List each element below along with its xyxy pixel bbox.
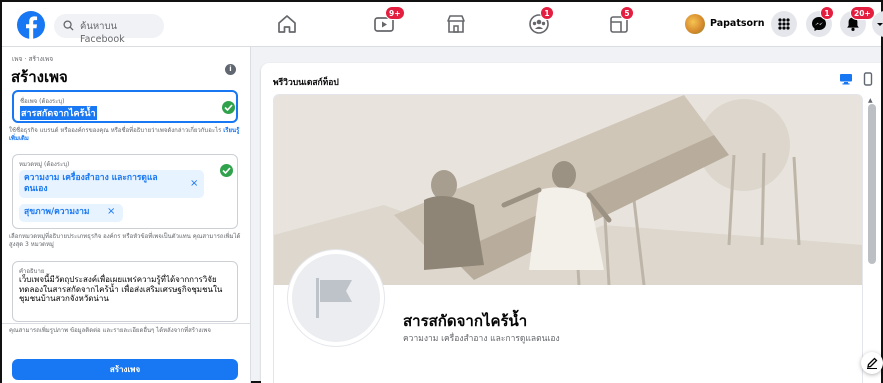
- preview-page-category: ความงาม เครื่องสำอาง และการดูแลตนเอง: [403, 334, 560, 344]
- page-name-label: ชื่อเพจ (ต้องระบุ): [20, 98, 65, 105]
- left-footer: คุณสามารถเพิ่มรูปภาพ ข้อมูลติดต่อ และราย…: [2, 323, 250, 383]
- breadcrumb: เพจ · สร้างเพจ: [12, 55, 54, 63]
- remove-category-icon[interactable]: ×: [107, 206, 115, 217]
- category-chip: ความงาม เครื่องสำอาง และการดูแลตนเอง ×: [19, 170, 204, 198]
- preview-title: พรีวิวบนเดสก์ท็อป: [273, 78, 339, 88]
- desktop-icon[interactable]: [839, 73, 853, 85]
- profile-name: Papatsorn: [710, 18, 765, 29]
- cover-illustration: [274, 95, 862, 285]
- check-icon: [220, 164, 233, 177]
- search-icon: [63, 20, 74, 31]
- info-icon[interactable]: i: [225, 64, 236, 75]
- edit-button[interactable]: [861, 352, 883, 374]
- page-name-help: ใช้ชื่อธุรกิจ แบรนด์ หรือองค์กรของคุณ หร…: [9, 127, 240, 142]
- remove-category-icon[interactable]: ×: [190, 178, 198, 189]
- grid-menu-icon: [778, 18, 790, 30]
- chevron-down-icon: [877, 23, 883, 26]
- category-label: หมวดหมู่ (ต้องระบุ): [19, 161, 70, 168]
- scroll-up-icon[interactable]: ▲: [868, 97, 873, 104]
- flag-icon: [316, 278, 352, 318]
- preview-page-name: สารสกัดจากไคร้น้ำ: [403, 312, 528, 330]
- marketplace-icon[interactable]: [444, 12, 468, 36]
- menu-button[interactable]: [771, 11, 797, 37]
- avatar: [685, 14, 705, 34]
- search-placeholder: ค้นหาบน Facebook: [80, 21, 125, 45]
- page-title: สร้างเพจ: [11, 68, 68, 86]
- description-field[interactable]: คำอธิบาย เว็บเพจนี้มีวัตถุประสงค์เพื่อเผ…: [12, 261, 238, 322]
- desktop-preview-panel: พรีวิวบนเดสก์ท็อป สารสกัดจากไคร้น้ำ ความ…: [261, 63, 881, 383]
- top-navigation-bar: ค้นหาบน Facebook 9+ 1 5 Papatsorn 1 20+: [2, 2, 883, 47]
- messenger-badge: 1: [820, 6, 834, 20]
- page-preview: สารสกัดจากไคร้น้ำ ความงาม เครื่องสำอาง แ…: [273, 94, 863, 383]
- groups-badge: 1: [540, 6, 554, 20]
- mobile-icon[interactable]: [863, 72, 873, 86]
- create-page-button[interactable]: สร้างเพจ: [12, 359, 238, 380]
- create-page-panel: เพจ · สร้างเพจ สร้างเพจ i ชื่อเพจ (ต้องร…: [2, 47, 251, 383]
- category-field[interactable]: หมวดหมู่ (ต้องระบุ) ความงาม เครื่องสำอาง…: [12, 154, 238, 229]
- home-icon[interactable]: [275, 12, 299, 36]
- page-name-field[interactable]: ชื่อเพจ (ต้องระบุ) สารสกัดจากไคร้น้ำ: [12, 90, 238, 123]
- page-name-value[interactable]: สารสกัดจากไคร้น้ำ: [20, 106, 97, 120]
- profile-picture-placeholder: [288, 250, 384, 346]
- category-chip: สุขภาพ/ความงาม ×: [19, 204, 123, 222]
- facebook-logo-icon[interactable]: [17, 11, 45, 39]
- watch-badge: 9+: [385, 6, 405, 20]
- category-help: เลือกหมวดหมู่ที่อธิบายประเภทธุรกิจ องค์ก…: [9, 233, 241, 248]
- check-icon: [222, 101, 235, 114]
- preview-scrollbar[interactable]: [868, 104, 876, 264]
- gaming-badge: 5: [620, 6, 634, 20]
- compose-icon: [867, 357, 878, 369]
- footer-note: คุณสามารถเพิ่มรูปภาพ ข้อมูลติดต่อ และราย…: [9, 327, 211, 334]
- description-text[interactable]: เว็บเพจนี้มีวัตถุประสงค์เพื่อเผยแพร่ความ…: [19, 275, 231, 304]
- account-button[interactable]: [872, 11, 883, 37]
- search-input[interactable]: ค้นหาบน Facebook: [54, 14, 164, 45]
